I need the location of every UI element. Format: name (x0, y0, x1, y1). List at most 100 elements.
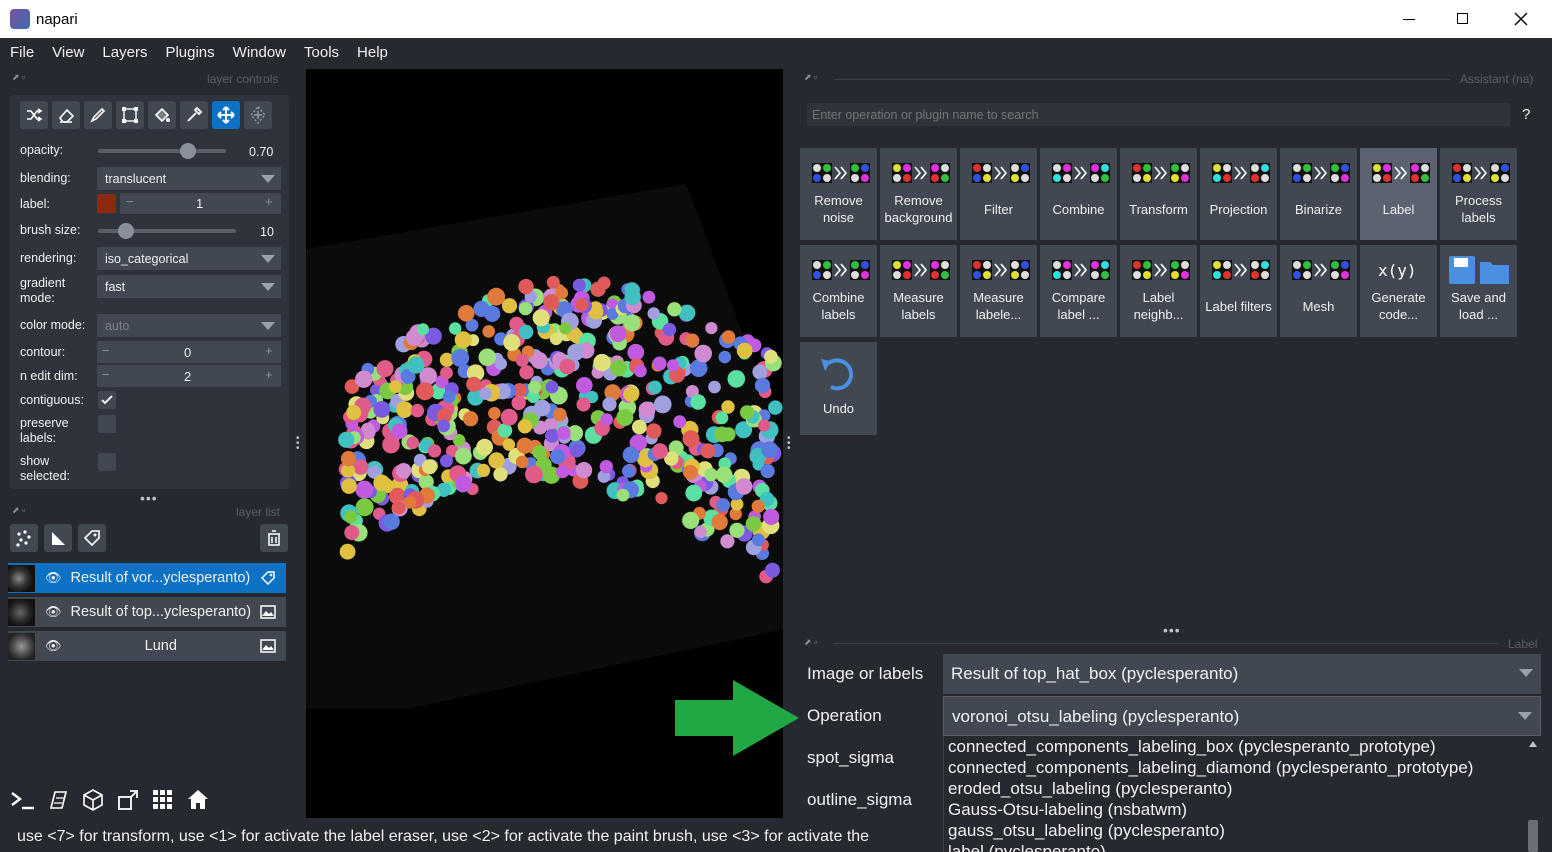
minus-icon[interactable]: − (102, 343, 110, 358)
color-picker-button[interactable] (180, 101, 208, 129)
tile-process-labels[interactable]: Process labels (1440, 148, 1517, 240)
eye-icon[interactable]: 👁 (45, 604, 62, 620)
home-button[interactable] (184, 786, 212, 814)
splitter-handle[interactable]: ••• (140, 490, 158, 506)
chevron-down-icon (1518, 712, 1532, 720)
tile-combine-labels[interactable]: Combine labels (800, 245, 877, 337)
brush-size-slider-handle[interactable] (117, 223, 134, 239)
contiguous-checkbox[interactable] (98, 391, 116, 409)
operation-dropdown-list[interactable]: connected_components_labeling_box (pycle… (943, 736, 1541, 852)
console-button[interactable] (9, 786, 37, 814)
blending-select[interactable]: translucent (97, 167, 281, 190)
dropdown-option[interactable]: Gauss-Otsu-labeling (nsbatwm) (944, 799, 1541, 820)
transform-button[interactable] (244, 101, 272, 129)
brush-size-slider[interactable] (98, 223, 236, 239)
tile-label-filters[interactable]: Label filters (1200, 245, 1277, 337)
tile-measure-labels[interactable]: Measure labels (880, 245, 957, 337)
tile-filter[interactable]: Filter (960, 148, 1037, 240)
plus-icon[interactable]: + (265, 343, 273, 358)
paint-brush-button[interactable] (84, 101, 112, 129)
tile-remove-background[interactable]: Remove background (880, 148, 957, 240)
dropdown-scrollbar[interactable] (1527, 738, 1539, 852)
eye-icon[interactable]: 👁 (45, 570, 62, 586)
menu-help[interactable]: Help (348, 38, 397, 61)
eye-icon[interactable]: 👁 (45, 638, 62, 654)
menu-view[interactable]: View (43, 38, 93, 61)
dock-float-icon[interactable]: ⬈ ▫ (12, 505, 25, 516)
close-button[interactable] (1498, 0, 1544, 38)
contour-spinbox[interactable]: − 0 + (97, 341, 281, 363)
tile-measure-labele[interactable]: Measure labele... (960, 245, 1037, 337)
dropdown-option[interactable]: eroded_otsu_labeling (pyclesperanto) (944, 778, 1541, 799)
opacity-slider-handle[interactable] (179, 143, 196, 159)
plus-icon[interactable]: + (265, 367, 273, 382)
maximize-button[interactable] (1440, 0, 1486, 38)
gradient-mode-select[interactable]: fast (97, 275, 281, 298)
splitter-handle[interactable]: ••• (787, 434, 791, 454)
tile-label[interactable]: Label (1360, 148, 1437, 240)
opacity-slider[interactable] (98, 143, 226, 159)
layer-item[interactable]: 👁 Lund (8, 631, 286, 661)
dock-float-icon[interactable]: ⬈ ▫ (804, 637, 817, 648)
transpose-button[interactable] (114, 786, 142, 814)
layer-item[interactable]: 👁 Result of top...yclesperanto) (8, 597, 286, 627)
ndisplay-button[interactable] (44, 786, 72, 814)
color-mode-select[interactable]: auto (97, 314, 281, 337)
tile-combine[interactable]: Combine (1040, 148, 1117, 240)
n-edit-dim-spinbox[interactable]: − 2 + (97, 365, 281, 387)
pan-zoom-button[interactable] (212, 101, 240, 129)
tile-binarize[interactable]: Binarize (1280, 148, 1357, 240)
new-shapes-layer-button[interactable] (44, 524, 72, 552)
search-input[interactable] (807, 103, 1510, 126)
new-labels-layer-button[interactable] (78, 524, 106, 552)
dock-float-icon[interactable]: ⬈ ▫ (12, 72, 25, 83)
tile-mesh[interactable]: Mesh (1280, 245, 1357, 337)
delete-layer-button[interactable] (260, 524, 288, 552)
menu-plugins[interactable]: Plugins (156, 38, 223, 61)
label-cell (632, 419, 647, 435)
tile-label-neighb[interactable]: Label neighb... (1120, 245, 1197, 337)
scrollbar-handle[interactable] (1528, 820, 1538, 852)
dropdown-option[interactable]: connected_components_labeling_diamond (p… (944, 757, 1541, 778)
tile-remove-noise[interactable]: Remove noise (800, 148, 877, 240)
shuffle-colors-button[interactable] (20, 101, 48, 129)
operation-select[interactable]: voronoi_otsu_labeling (pyclesperanto) (943, 696, 1541, 736)
tile-save-and-load[interactable]: Save and load ... (1440, 245, 1517, 337)
polygon-button[interactable] (116, 101, 144, 129)
menu-layers[interactable]: Layers (93, 38, 156, 61)
rendering-label: rendering: (20, 251, 77, 265)
tile-transform[interactable]: Transform (1120, 148, 1197, 240)
label-color-swatch[interactable] (97, 194, 116, 213)
plus-icon[interactable]: + (265, 194, 273, 209)
label-spinbox[interactable]: − 1 + (120, 193, 281, 214)
image-or-labels-select[interactable]: Result of top_hat_box (pyclesperanto) (943, 654, 1541, 694)
fill-bucket-button[interactable] (148, 101, 176, 129)
new-points-layer-button[interactable] (10, 524, 38, 552)
minimize-button[interactable] (1386, 0, 1432, 38)
splitter-handle[interactable]: ••• (1163, 622, 1181, 638)
preserve-labels-checkbox[interactable] (98, 415, 116, 433)
minus-icon[interactable]: − (102, 367, 110, 382)
dropdown-option[interactable]: label (pyclesperanto) (944, 841, 1541, 852)
minus-icon[interactable]: − (126, 194, 134, 209)
tile-projection[interactable]: Projection (1200, 148, 1277, 240)
eraser-button[interactable] (52, 101, 80, 129)
roll-dims-button[interactable] (79, 786, 107, 814)
tile-undo[interactable]: Undo (800, 342, 877, 435)
tile-compare-label[interactable]: Compare label ... (1040, 245, 1117, 337)
tile-generate-code[interactable]: x(y) Generate code... (1360, 245, 1437, 337)
rendering-select[interactable]: iso_categorical (97, 247, 281, 270)
dock-float-icon[interactable]: ⬈ ▫ (804, 72, 817, 83)
dropdown-option[interactable]: gauss_otsu_labeling (pyclesperanto) (944, 820, 1541, 841)
grid-view-button[interactable] (149, 786, 177, 814)
layer-item[interactable]: 👁 Result of vor...yclesperanto) (8, 563, 286, 593)
show-selected-checkbox[interactable] (98, 453, 116, 471)
splitter-handle[interactable]: ••• (296, 434, 300, 454)
menu-tools[interactable]: Tools (295, 38, 348, 61)
label-cell (373, 474, 390, 492)
dropdown-option[interactable]: connected_components_labeling_box (pycle… (944, 736, 1541, 757)
menu-file[interactable]: File (1, 38, 43, 61)
scroll-up-icon[interactable] (1529, 741, 1537, 747)
menu-window[interactable]: Window (224, 38, 295, 61)
help-button[interactable]: ? (1522, 106, 1530, 123)
